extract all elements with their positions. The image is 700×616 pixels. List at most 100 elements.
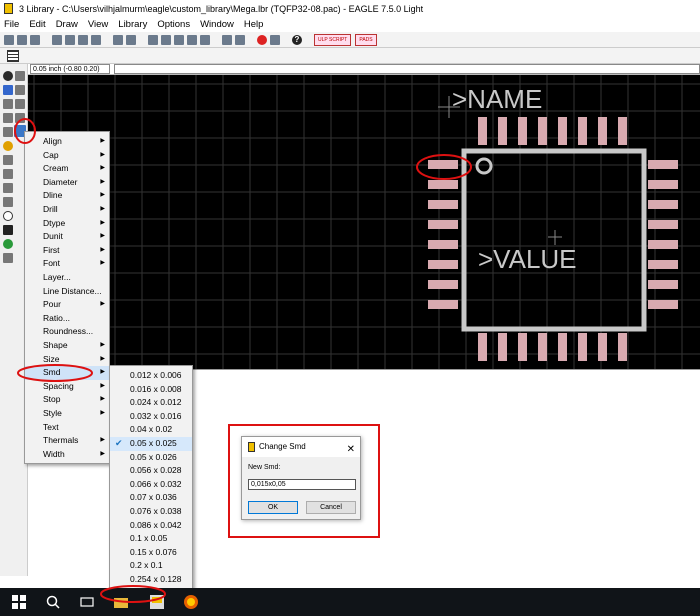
explorer-icon[interactable] <box>114 595 128 609</box>
windows-start-icon[interactable] <box>12 595 26 609</box>
menu-item-drill[interactable]: Drill ▶ <box>25 203 109 217</box>
menu-item-dline[interactable]: Dline ▶ <box>25 189 109 203</box>
zoom-in-icon[interactable] <box>161 34 171 45</box>
smd-pad[interactable] <box>428 240 458 249</box>
menu-item-ratio[interactable]: Ratio... <box>25 312 109 326</box>
menu-item-align[interactable]: Align ▶ <box>25 135 109 149</box>
smd-size-item[interactable]: 0.2 x 0.1 <box>110 559 192 573</box>
mirror-icon[interactable] <box>3 113 13 123</box>
zoom-select-icon[interactable] <box>200 34 210 45</box>
menu-item-first[interactable]: First ▶ <box>25 244 109 258</box>
move-icon[interactable] <box>3 99 13 109</box>
menu-item-cap[interactable]: Cap ▶ <box>25 149 109 163</box>
smd-pad[interactable] <box>648 160 678 169</box>
menu-item-layer[interactable]: Layer... <box>25 271 109 285</box>
menu-item-smd[interactable]: Smd ▶ <box>25 366 109 380</box>
smd-icon[interactable] <box>3 253 13 263</box>
smd-pad[interactable] <box>648 200 678 209</box>
delete-icon[interactable] <box>3 155 13 165</box>
menu-library[interactable]: Library <box>118 19 147 30</box>
menu-item-shape[interactable]: Shape ▶ <box>25 339 109 353</box>
info-icon[interactable] <box>3 71 13 81</box>
smd-pad[interactable] <box>618 117 627 145</box>
display-icon[interactable] <box>3 85 13 95</box>
menu-item-text[interactable]: Text <box>25 421 109 435</box>
menu-item-pour[interactable]: Pour ▶ <box>25 298 109 312</box>
smd-size-item[interactable]: ✔ 0.05 x 0.025 <box>110 437 192 451</box>
menu-item-line-distance[interactable]: Line Distance... <box>25 285 109 299</box>
smd-size-item[interactable]: 0.05 x 0.026 <box>110 451 192 465</box>
menu-view[interactable]: View <box>88 19 108 30</box>
smd-pad[interactable] <box>478 117 487 145</box>
save-icon[interactable] <box>17 34 27 45</box>
smd-pad[interactable] <box>648 180 678 189</box>
ulp-script-button[interactable]: ULP SCRIPT <box>314 33 352 46</box>
smd-size-item[interactable]: 0.086 x 0.042 <box>110 519 192 533</box>
redraw-icon[interactable] <box>187 34 197 45</box>
smd-pad[interactable] <box>648 240 678 249</box>
help-icon[interactable]: ? <box>292 34 302 45</box>
name-icon[interactable] <box>3 183 13 193</box>
smd-size-item[interactable]: 0.066 x 0.032 <box>110 478 192 492</box>
menu-edit[interactable]: Edit <box>29 19 45 30</box>
smd-size-item[interactable]: 0.076 x 0.038 <box>110 505 192 519</box>
smd-pad[interactable] <box>428 200 458 209</box>
smd-pad[interactable] <box>598 117 607 145</box>
grid-icon[interactable] <box>7 50 19 62</box>
wire-icon[interactable] <box>3 197 13 207</box>
smd-size-item[interactable]: 0.032 x 0.016 <box>110 410 192 424</box>
smd-pad[interactable] <box>428 220 458 229</box>
rotate-icon[interactable] <box>15 113 25 123</box>
show-icon[interactable] <box>15 71 25 81</box>
use-icon[interactable] <box>113 34 123 45</box>
mark-icon[interactable] <box>15 85 25 95</box>
rect-icon[interactable] <box>3 225 13 235</box>
menu-item-thermals[interactable]: Thermals ▶ <box>25 434 109 448</box>
menu-help[interactable]: Help <box>244 19 264 30</box>
smd-pad[interactable] <box>518 117 527 145</box>
menu-item-font[interactable]: Font ▶ <box>25 257 109 271</box>
smd-size-item[interactable]: 0.07 x 0.036 <box>110 491 192 505</box>
go-icon[interactable] <box>270 34 280 45</box>
menu-item-diameter[interactable]: Diameter ▶ <box>25 176 109 190</box>
smd-size-item[interactable]: 0.012 x 0.006 <box>110 369 192 383</box>
paste-icon[interactable] <box>3 141 13 151</box>
open-icon[interactable] <box>4 34 14 45</box>
pads-script-button[interactable]: PADS <box>355 33 377 46</box>
add-icon[interactable] <box>3 169 13 179</box>
ok-button[interactable]: OK <box>248 501 298 514</box>
smd-pad[interactable] <box>618 333 627 361</box>
undo-icon[interactable] <box>222 34 232 45</box>
smd-pad[interactable] <box>538 117 547 145</box>
menu-item-size[interactable]: Size ▶ <box>25 353 109 367</box>
schematic-icon[interactable] <box>78 34 88 45</box>
menu-item-spacing[interactable]: Spacing ▶ <box>25 380 109 394</box>
menu-item-style[interactable]: Style ▶ <box>25 407 109 421</box>
smd-size-item[interactable]: 0.15 x 0.076 <box>110 546 192 560</box>
smd-size-item[interactable]: 0.016 x 0.008 <box>110 383 192 397</box>
library-icon[interactable] <box>91 34 101 45</box>
menu-file[interactable]: File <box>4 19 19 30</box>
menu-window[interactable]: Window <box>200 19 234 30</box>
cam-icon[interactable] <box>52 34 62 45</box>
smd-pad[interactable] <box>428 180 458 189</box>
pad-icon[interactable] <box>3 239 13 249</box>
zoom-fit-icon[interactable] <box>148 34 158 45</box>
redo-icon[interactable] <box>235 34 245 45</box>
smd-pad[interactable] <box>558 333 567 361</box>
script-icon[interactable] <box>126 34 136 45</box>
smd-pad[interactable] <box>498 117 507 145</box>
smd-pad[interactable] <box>648 260 678 269</box>
print-icon[interactable] <box>30 34 40 45</box>
smd-pad[interactable] <box>428 300 458 309</box>
board-icon[interactable] <box>65 34 75 45</box>
smd-pad[interactable] <box>428 280 458 289</box>
layout-canvas[interactable]: >NAME >VALUE <box>28 75 700 369</box>
smd-pad[interactable] <box>578 117 587 145</box>
menu-item-stop[interactable]: Stop ▶ <box>25 393 109 407</box>
menu-item-cream[interactable]: Cream ▶ <box>25 162 109 176</box>
search-icon[interactable] <box>46 595 60 609</box>
stop-icon[interactable] <box>257 34 267 45</box>
smd-size-item[interactable]: 0.04 x 0.02 <box>110 423 192 437</box>
smd-pad[interactable] <box>428 160 458 169</box>
